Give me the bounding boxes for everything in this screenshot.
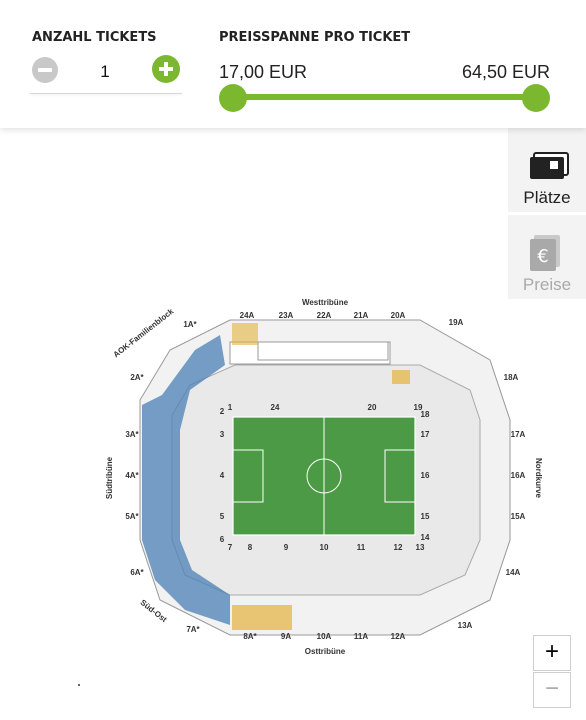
block-label[interactable]: 12A [391,632,406,641]
block-label[interactable]: 23A [279,311,294,320]
block-label[interactable]: 20 [368,403,377,412]
block-label[interactable]: 13 [416,543,425,552]
block-label[interactable]: 8A* [243,632,257,641]
block-label[interactable]: 24 [271,403,280,412]
price-min-handle[interactable] [219,84,247,112]
block-label[interactable]: 1 [228,403,233,412]
block-label[interactable]: 5 [220,512,225,521]
block-label[interactable]: 6A* [130,568,144,577]
block-label[interactable]: 10 [320,543,329,552]
nord-stand-label: Nordkurve [534,458,543,499]
block-label[interactable]: 5A* [125,512,139,521]
ost-stand-label: Osttribüne [305,647,346,656]
block-label[interactable]: 9 [284,543,289,552]
block-label[interactable]: 11 [357,543,366,552]
block-label[interactable]: 15A [511,512,526,521]
west-box-inner [257,341,389,361]
block-label[interactable]: 13A [458,621,473,630]
svg-text:€: € [537,246,548,267]
block-label[interactable]: 14 [421,533,430,542]
block-label[interactable]: 22A [317,311,332,320]
block-label[interactable]: 4 [220,471,225,480]
block-label[interactable]: 18A [504,373,519,382]
price-max-handle[interactable] [522,84,550,112]
tickets-icon [530,152,569,179]
price-min-value: 17,00 EUR [219,62,308,82]
block-label[interactable]: 14A [506,568,521,577]
zoom-out-button[interactable]: − [533,672,571,708]
price-max-value: 64,50 EUR [461,62,550,82]
block-label[interactable]: 21A [354,311,369,320]
block-label[interactable]: 3A* [125,430,139,439]
block-label[interactable]: 17 [421,430,430,439]
family-block-label: AOK-Familienblock [112,306,176,359]
dot-marker [78,684,80,686]
block-8a-seats[interactable] [232,605,292,630]
block-label[interactable]: 18 [421,410,430,419]
block-label[interactable]: 4A* [125,471,139,480]
block-label[interactable]: 17A [511,430,526,439]
filter-bar: ANZAHL TICKETS 1 PREISSPANNE PRO TICKET … [0,0,586,128]
block-label[interactable]: 15 [421,512,430,521]
block-label[interactable]: 6 [220,535,225,544]
tab-preise[interactable]: € Preise [508,215,586,299]
block-label[interactable]: 10A [317,632,332,641]
tab-plaetze[interactable]: Plätze [508,128,586,212]
block-label[interactable]: 11A [354,632,368,641]
block-label[interactable]: 20A [391,311,406,320]
stadium-map[interactable]: Westtribüne Osttribüne Südtribüne Nordku… [100,290,550,670]
block-label[interactable]: 9A [281,632,291,641]
quantity-underline [30,93,182,94]
block-label[interactable]: 2 [220,407,225,416]
west-stand-label: Westtribüne [302,298,349,307]
increase-quantity-button[interactable] [152,55,180,83]
quantity-value[interactable]: 1 [60,62,150,82]
block-label[interactable]: 24A [240,311,255,320]
price-range-track[interactable] [233,94,536,100]
price-range-label: PREISSPANNE PRO TICKET [219,30,411,45]
block-label[interactable]: 7A* [186,625,200,634]
block-20a-seats[interactable] [392,370,410,384]
block-label[interactable]: 12 [394,543,403,552]
block-label[interactable]: 7 [228,543,233,552]
sued-stand-label: Südtribüne [105,456,114,499]
block-label[interactable]: 1A* [183,320,197,329]
block-label[interactable]: 2A* [130,373,144,382]
euro-icon: € [530,235,560,271]
block-label[interactable]: 3 [220,430,225,439]
tab-plaetze-label: Plätze [523,188,571,207]
block-24a-seats[interactable] [232,323,258,345]
block-label[interactable]: 16 [421,471,430,480]
tickets-label: ANZAHL TICKETS [32,30,157,45]
block-label[interactable]: 8 [248,543,253,552]
block-label[interactable]: 16A [511,471,526,480]
decrease-quantity-button[interactable] [32,57,58,83]
block-label[interactable]: 19A [449,318,464,327]
